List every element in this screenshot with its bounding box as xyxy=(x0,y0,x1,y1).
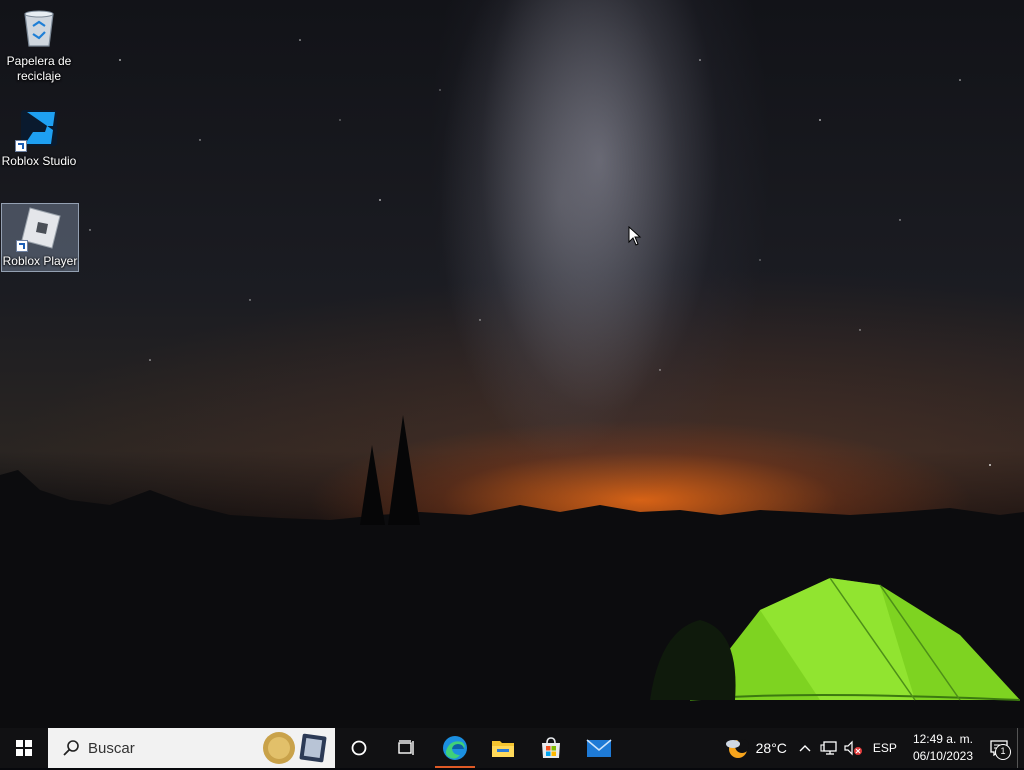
search-highlight-icon xyxy=(261,731,327,770)
network-button[interactable] xyxy=(817,728,841,768)
cortana-circle-icon xyxy=(351,740,367,756)
edge-icon xyxy=(443,736,467,760)
cortana-button[interactable] xyxy=(335,728,383,768)
desktop-icon-label: Roblox Studio xyxy=(1,154,77,168)
wallpaper-scene xyxy=(0,39,1024,728)
search-icon xyxy=(60,737,82,759)
recycle-bin-icon xyxy=(17,6,61,50)
show-hidden-icons-button[interactable] xyxy=(793,728,817,768)
show-desktop-button[interactable] xyxy=(1017,728,1024,768)
desktop-icon-roblox-player[interactable]: Roblox Player xyxy=(1,203,79,272)
taskbar-app-file-explorer[interactable] xyxy=(479,728,527,768)
language-indicator[interactable]: ESP xyxy=(865,728,905,768)
folder-icon xyxy=(492,741,514,757)
weather-temperature: 28°C xyxy=(755,740,787,756)
roblox-studio-icon xyxy=(15,106,61,152)
desktop-icon-label: Papelera de reciclaje xyxy=(6,54,72,83)
taskbar: Buscar 28°C ESP 12:49 a. m. 06/10/2023 1 xyxy=(0,728,1024,768)
shortcut-arrow-icon xyxy=(16,240,28,252)
search-box[interactable]: Buscar xyxy=(48,728,335,768)
windows-logo-icon xyxy=(16,740,32,756)
store-icon xyxy=(542,737,560,758)
taskbar-app-store[interactable] xyxy=(527,728,575,768)
weather-widget[interactable]: 28°C xyxy=(716,728,793,768)
clock[interactable]: 12:49 a. m. 06/10/2023 xyxy=(905,731,981,765)
mouse-cursor-icon xyxy=(628,225,642,251)
roblox-player-icon xyxy=(16,206,62,252)
system-tray: 28°C ESP 12:49 a. m. 06/10/2023 1 xyxy=(716,728,1024,768)
clock-date: 06/10/2023 xyxy=(912,749,973,763)
desktop-icon-roblox-studio[interactable]: Roblox Studio xyxy=(1,106,77,169)
weather-moon-cloud-icon xyxy=(725,739,749,758)
start-button[interactable] xyxy=(0,728,48,768)
desktop-icon-label: Roblox Player xyxy=(2,254,78,268)
volume-button[interactable] xyxy=(841,728,865,768)
taskbar-app-edge[interactable] xyxy=(431,728,479,768)
clock-time: 12:49 a. m. xyxy=(912,732,973,746)
chevron-up-icon xyxy=(799,745,811,752)
mail-icon xyxy=(586,739,612,757)
notification-count-badge: 1 xyxy=(995,744,1011,760)
search-placeholder: Buscar xyxy=(88,739,135,757)
volume-muted-icon xyxy=(844,740,862,756)
taskbar-app-mail[interactable] xyxy=(575,728,623,768)
network-icon xyxy=(820,741,837,755)
desktop-wallpaper xyxy=(0,0,1024,728)
action-center-button[interactable]: 1 xyxy=(981,728,1017,768)
shortcut-arrow-icon xyxy=(15,140,27,152)
task-view-icon xyxy=(398,740,414,755)
task-view-button[interactable] xyxy=(383,728,431,768)
desktop-icon-recycle-bin[interactable]: Papelera de reciclaje xyxy=(1,6,77,84)
